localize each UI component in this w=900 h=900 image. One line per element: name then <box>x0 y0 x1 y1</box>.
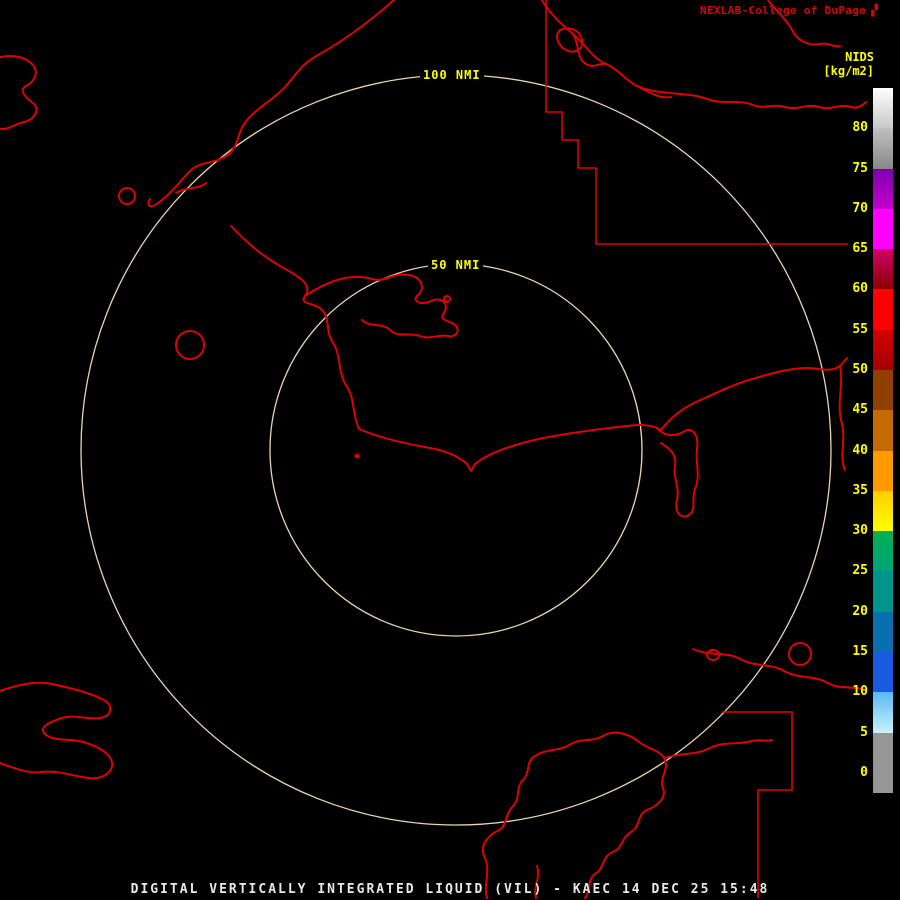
lake-island-outlines <box>0 55 773 899</box>
colorbar-tick-70: 70 <box>852 200 868 216</box>
source-text: NEXLAB-College of DuPage <box>699 4 867 17</box>
colorbar-segment-11 <box>873 531 893 572</box>
river-outlines <box>540 0 867 691</box>
cod-logo-icon: ▞ <box>871 4 878 17</box>
colorbar-segment-13 <box>873 611 893 652</box>
range-label-100nmi: 100 NMI <box>420 68 484 82</box>
colorbar-tick-65: 65 <box>852 241 868 257</box>
colorbar-segment-14 <box>873 651 893 693</box>
colorbar-segment-9 <box>873 450 893 491</box>
product-title: DIGITAL VERTICALLY INTEGRATED LIQUID (VI… <box>130 882 770 897</box>
colorbar-tick-60: 60 <box>852 281 868 297</box>
small-map-dot <box>354 453 360 459</box>
colorbar-segment-7 <box>873 369 893 411</box>
colorbar-tick-10: 10 <box>852 684 868 700</box>
colorbar-segment-16 <box>873 732 893 793</box>
colorbar-tick-40: 40 <box>852 442 868 458</box>
colorbar-segment-5 <box>873 289 893 330</box>
range-label-50nmi: 50 NMI <box>428 258 484 272</box>
colorbar-segment-12 <box>873 571 893 612</box>
colorbar-segment-0 <box>873 88 893 129</box>
colorbar <box>873 88 893 793</box>
colorbar-tick-55: 55 <box>852 321 868 337</box>
source-attribution: NEXLAB-College of DuPage ▞ <box>700 4 878 17</box>
colorbar-tick-5: 5 <box>860 724 868 740</box>
colorbar-segment-6 <box>873 329 893 370</box>
colorbar-segment-1 <box>873 128 893 169</box>
colorbar-segment-4 <box>873 249 893 290</box>
units-label: [kg/m2] <box>823 64 874 78</box>
colorbar-segment-3 <box>873 208 893 250</box>
colorbar-tick-20: 20 <box>852 603 868 619</box>
colorbar-tick-30: 30 <box>852 523 868 539</box>
colorbar-tick-45: 45 <box>852 402 868 418</box>
colorbar-tick-35: 35 <box>852 482 868 498</box>
colorbar-tick-0: 0 <box>860 764 868 780</box>
colorbar-segment-10 <box>873 490 893 532</box>
colorbar-tick-15: 15 <box>852 644 868 659</box>
radar-display: 100 NMI 50 NMI NEXLAB-College of DuPage ▞… <box>0 0 900 900</box>
colorbar-tick-50: 50 <box>852 362 868 377</box>
radar-map-canvas <box>0 0 867 899</box>
colorbar-tick-80: 80 <box>852 120 868 136</box>
colorbar-tick-75: 75 <box>852 160 868 176</box>
range-ring-50nmi <box>269 263 643 637</box>
colorbar-segment-2 <box>873 168 893 209</box>
product-label: NIDS <box>845 50 874 64</box>
colorbar-segment-15 <box>873 692 893 733</box>
colorbar-segment-8 <box>873 410 893 451</box>
colorbar-tick-25: 25 <box>852 563 868 579</box>
